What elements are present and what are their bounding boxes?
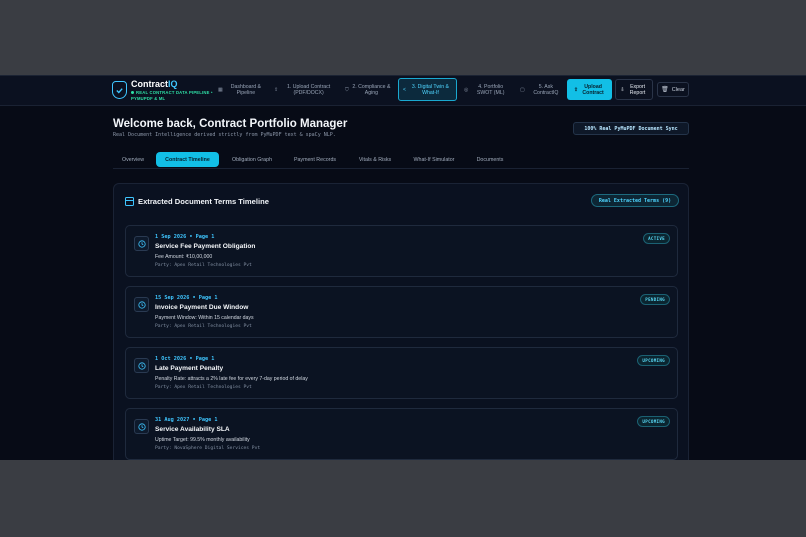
calendar-icon xyxy=(125,197,134,206)
item-title: Invoice Payment Due Window xyxy=(155,304,249,311)
brand-tagline: Real Contract Data Pipeline • PyMuPDF & … xyxy=(131,90,213,101)
nav-digital-twin[interactable]: < 3. Digital Twin & What-If xyxy=(398,78,457,101)
tab-obligation-graph[interactable]: Obligation Graph xyxy=(224,152,280,167)
export-report-button[interactable]: ⇩ Export Report xyxy=(615,79,653,100)
timeline-title: Extracted Document Terms Timeline xyxy=(138,197,269,206)
tab-contract-timeline[interactable]: Contract Timeline xyxy=(156,152,219,167)
item-detail: Fee Amount: ₹10,00,000 xyxy=(155,254,213,260)
item-title: Service Fee Payment Obligation xyxy=(155,243,256,250)
item-date: 1 Oct 2026 • Page 1 xyxy=(155,356,215,362)
status-badge: UPCOMING xyxy=(637,355,670,366)
tab-overview[interactable]: Overview xyxy=(113,152,153,167)
target-icon: ◎ xyxy=(464,86,469,93)
timeline-item[interactable]: 31 Aug 2027 • Page 1 Service Availabilit… xyxy=(125,408,678,460)
item-date: 31 Aug 2027 • Page 1 xyxy=(155,417,218,423)
tab-what-if-simulator[interactable]: What-If Simulator xyxy=(405,152,463,167)
item-date: 1 Sep 2026 • Page 1 xyxy=(155,234,215,240)
status-badge: ACTIVE xyxy=(643,233,670,244)
shield-check-icon: ⛉ xyxy=(345,86,349,93)
clear-button[interactable]: 🗑 Clear xyxy=(657,82,689,97)
item-title: Service Availability SLA xyxy=(155,426,230,433)
top-navigation-bar: ContractIQ Real Contract Data Pipeline •… xyxy=(0,76,806,106)
tab-documents[interactable]: Documents xyxy=(471,152,509,167)
item-title: Late Payment Penalty xyxy=(155,365,224,372)
upload-contract-button[interactable]: ⇪ Upload Contract xyxy=(567,79,612,100)
item-party: Party: NovaSphere Digital Services Pvt xyxy=(155,446,261,451)
brand-name[interactable]: ContractIQ xyxy=(131,79,178,89)
page-title: Welcome back, Contract Portfolio Manager xyxy=(113,118,348,130)
nav-ask-contractiq[interactable]: ▢ 5. Ask ContractIQ xyxy=(520,78,564,101)
nav-dashboard[interactable]: ▦ Dashboard & Pipeline xyxy=(218,78,266,101)
tab-payment-records[interactable]: Payment Records xyxy=(287,152,343,167)
grid-icon: ▦ xyxy=(218,86,223,93)
clock-icon xyxy=(134,236,149,251)
clock-icon xyxy=(134,297,149,312)
share-icon: < xyxy=(403,86,406,93)
item-party: Party: Apex Retail Technologies Pvt xyxy=(155,263,252,268)
item-party: Party: Apex Retail Technologies Pvt xyxy=(155,324,252,329)
timeline-panel: Extracted Document Terms Timeline Real E… xyxy=(113,183,689,460)
chat-icon: ▢ xyxy=(520,86,525,93)
timeline-item[interactable]: 1 Oct 2026 • Page 1 Late Payment Penalty… xyxy=(125,347,678,399)
status-badge: UPCOMING xyxy=(637,416,670,427)
item-detail: Payment Window: Within 15 calendar days xyxy=(155,315,254,321)
extracted-terms-badge: Real Extracted Terms (9) xyxy=(591,194,679,207)
tab-bar: Overview Contract Timeline Obligation Gr… xyxy=(113,152,689,169)
timeline-item[interactable]: 1 Sep 2026 • Page 1 Service Fee Payment … xyxy=(125,225,678,277)
sync-status-badge: 100% Real PyMuPDF Document Sync xyxy=(573,122,689,135)
item-date: 15 Sep 2026 • Page 1 xyxy=(155,295,218,301)
nav-upload-contract[interactable]: ⇪ 1. Upload Contract (PDF/DOCX) xyxy=(274,78,336,101)
tab-vitals-risks[interactable]: Vitals & Risks xyxy=(352,152,398,167)
status-badge: PENDING xyxy=(640,294,670,305)
item-detail: Penalty Rate: attracts a 2% late fee for… xyxy=(155,376,308,382)
upload-icon: ⇪ xyxy=(573,86,579,93)
clock-icon xyxy=(134,419,149,434)
timeline-item[interactable]: 15 Sep 2026 • Page 1 Invoice Payment Due… xyxy=(125,286,678,338)
nav-portfolio-swot[interactable]: ◎ 4. Portfolio SWOT (ML) xyxy=(464,78,510,101)
clock-icon xyxy=(134,358,149,373)
download-icon: ⇩ xyxy=(620,86,625,93)
nav-compliance-aging[interactable]: ⛉ 2. Compliance & Aging xyxy=(345,78,391,101)
item-party: Party: Apex Retail Technologies Pvt xyxy=(155,385,252,390)
shield-logo-icon xyxy=(112,81,127,99)
upload-icon: ⇪ xyxy=(274,86,279,93)
trash-icon: 🗑 xyxy=(661,87,669,93)
page-subtitle: Real Document Intelligence derived stric… xyxy=(113,132,336,138)
app-window: ContractIQ Real Contract Data Pipeline •… xyxy=(0,75,806,460)
item-detail: Uptime Target: 99.5% monthly availabilit… xyxy=(155,437,250,443)
